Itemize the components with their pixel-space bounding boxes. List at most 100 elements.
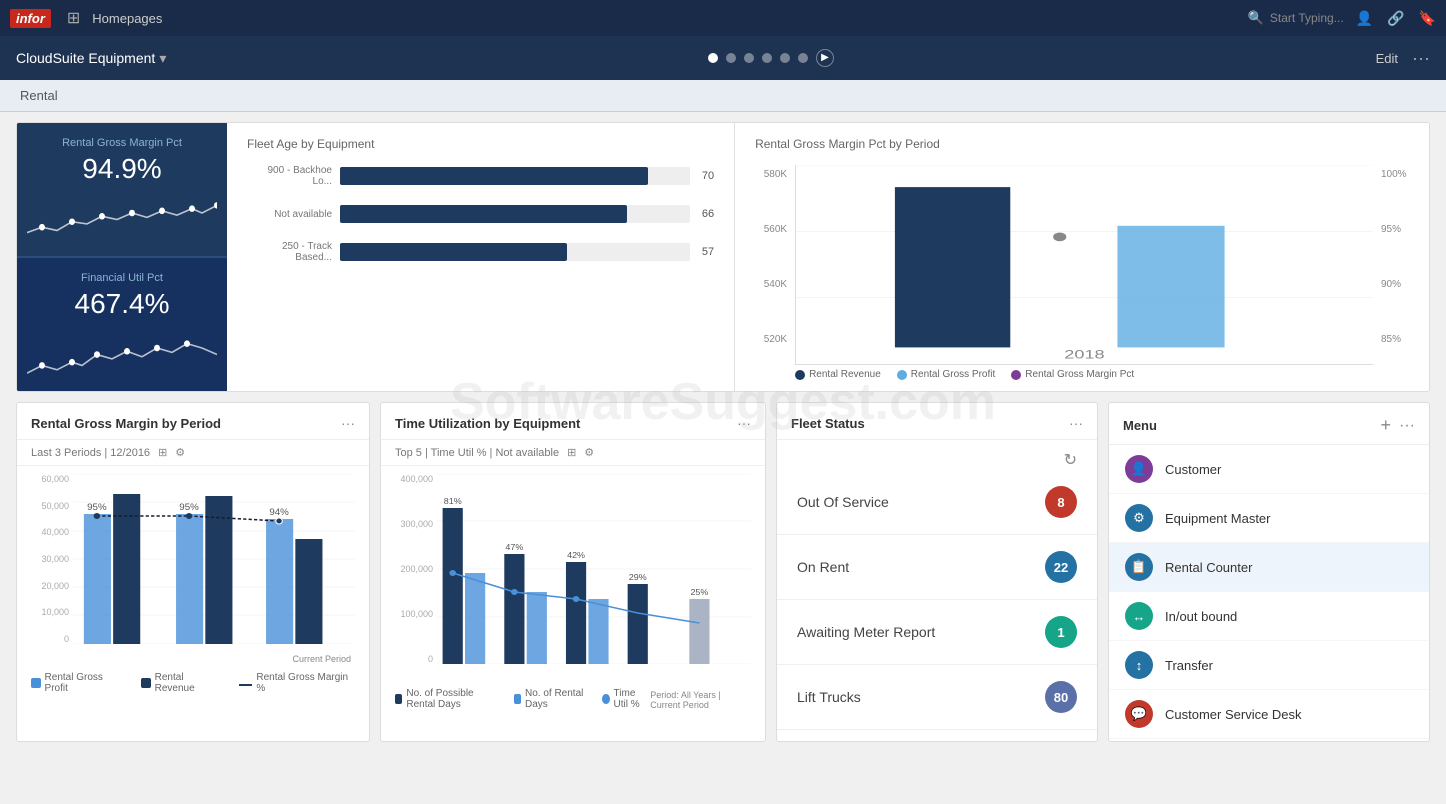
y-label-520k: 520K (755, 334, 787, 345)
y-label-95pct: 95% (1381, 224, 1409, 235)
fleet-age-bars: 900 - Backhoe Lo... 70 Not available 66 … (247, 165, 714, 263)
y-100k: 100,000 (395, 609, 433, 619)
menu-widget-title: Menu (1123, 418, 1157, 433)
fleet-age-bar-3: 250 - Track Based... 57 (247, 241, 714, 263)
svg-text:95%: 95% (87, 502, 107, 512)
menu-item-rental-counter[interactable]: 📋 Rental Counter (1109, 543, 1429, 592)
rental-margin-chart-area: 580K 560K 540K 520K (755, 165, 1409, 365)
inout-bound-icon: ↔ (1125, 602, 1153, 630)
rental-margin-chart-body: 2018 (795, 165, 1373, 365)
page-next-arrow[interactable]: ▶ (816, 49, 834, 67)
search-bar[interactable]: 🔍 Start Typing... (1248, 10, 1344, 26)
current-period-label: Current Period (292, 654, 351, 664)
legend-rental-revenue: Rental Revenue (795, 369, 881, 380)
kpi-financial-util-sparkline (27, 324, 217, 384)
menu-item-equipment-master[interactable]: ⚙ Equipment Master (1109, 494, 1429, 543)
svg-text:42%: 42% (567, 550, 585, 559)
more-button[interactable]: ··· (1412, 48, 1430, 69)
section-label: Rental (0, 80, 1446, 112)
rental-margin-title: Rental Gross Margin Pct by Period (755, 137, 1409, 151)
rgm-widget-title: Rental Gross Margin by Period (31, 416, 221, 431)
fleet-status-body: Out Of Service 8 On Rent 22 Awaiting Met… (777, 470, 1097, 741)
menu-label-customer: Customer (1165, 462, 1221, 477)
page-dots: ▶ (186, 49, 1355, 67)
kpi-financial-util-title: Financial Util Pct (81, 272, 163, 284)
time-util-settings-icon[interactable]: ⚙ (584, 446, 594, 459)
subheader: CloudSuite Equipment ▾ ▶ Edit ··· (0, 36, 1446, 80)
bar-label-1: 900 - Backhoe Lo... (247, 165, 332, 187)
fleet-badge-lift-trucks: 80 (1045, 681, 1077, 713)
time-util-subtitle-text: Top 5 | Time Util % | Not available (395, 447, 559, 459)
time-utilization-widget: Time Utilization by Equipment ··· Top 5 … (380, 402, 766, 742)
rgm-legend: Rental Gross Profit Rental Revenue Renta… (31, 672, 355, 694)
menu-label-customer-service-desk: Customer Service Desk (1165, 707, 1302, 722)
legend-rental-revenue-label: Rental Revenue (809, 369, 881, 380)
top-charts-container: Rental Gross Margin Pct 94.9% Financial … (16, 122, 1430, 392)
user-icon[interactable]: 👤 (1356, 10, 1373, 27)
menu-item-mco-quick-entry[interactable]: ⚡ MCO Quick Entry (1109, 739, 1429, 741)
y-label-540k: 540K (755, 279, 787, 290)
page-dot-4[interactable] (762, 53, 772, 63)
rgm-widget-actions[interactable]: ··· (341, 415, 355, 431)
legend-rgp: Rental Gross Profit (31, 672, 125, 694)
time-util-widget-actions[interactable]: ··· (737, 415, 751, 431)
kpi-financial-util: Financial Util Pct 467.4% (17, 258, 227, 391)
menu-label-equipment-master: Equipment Master (1165, 511, 1271, 526)
svg-text:47%: 47% (505, 542, 523, 551)
svg-text:29%: 29% (629, 572, 647, 581)
rgm-svg: 95% 95% 94% 10/2016 11/2016 (73, 474, 355, 644)
fleet-age-panel: Fleet Age by Equipment 900 - Backhoe Lo.… (227, 123, 735, 391)
menu-item-transfer[interactable]: ↕ Transfer (1109, 641, 1429, 690)
menu-add-icon[interactable]: + (1381, 415, 1392, 436)
rental-margin-svg: 2018 (796, 165, 1373, 364)
rgm-chart-body: 60,000 50,000 40,000 30,000 20,000 10,00… (17, 466, 369, 741)
bookmark-icon[interactable]: 🔖 (1419, 10, 1436, 27)
homepages-link[interactable]: Homepages (92, 11, 162, 26)
fleet-status-title: Fleet Status (791, 416, 865, 431)
y-label-580k: 580K (755, 169, 787, 180)
legend-rgm-pct-label: Rental Gross Margin % (256, 672, 355, 694)
menu-item-inout-bound[interactable]: ↔ In/out bound (1109, 592, 1429, 641)
bar-label-2: Not available (247, 209, 332, 220)
time-util-y-axis: 400,000 300,000 200,000 100,000 0 (395, 474, 433, 664)
legend-time-util-label: Time Util % (614, 688, 651, 710)
grid-icon[interactable]: ⊞ (67, 8, 80, 28)
bar-fill-1 (340, 167, 648, 185)
time-util-filter-icon[interactable]: ⊞ (567, 446, 576, 459)
bar-fill-3 (340, 243, 567, 261)
bar-track-1 (340, 167, 690, 185)
menu-more-icon[interactable]: ··· (1399, 417, 1415, 435)
fleet-status-actions[interactable]: ··· (1069, 415, 1083, 431)
bottom-row: Rental Gross Margin by Period ··· Last 3… (16, 402, 1430, 742)
rgm-y-axis: 60,000 50,000 40,000 30,000 20,000 10,00… (31, 474, 69, 644)
bar-track-2 (340, 205, 690, 223)
time-util-widget-title: Time Utilization by Equipment (395, 416, 580, 431)
fleet-status-header: Fleet Status ··· (777, 403, 1097, 440)
share-icon[interactable]: 🔗 (1387, 10, 1404, 27)
transfer-icon: ↕ (1125, 651, 1153, 679)
kpi-gross-margin-sparkline (27, 189, 217, 249)
y-axis-right: 100% 95% 90% 85% (1373, 165, 1409, 365)
legend-rental-gross-profit-label: Rental Gross Profit (911, 369, 995, 380)
menu-label-inout-bound: In/out bound (1165, 609, 1237, 624)
rgm-y-0: 0 (31, 634, 69, 644)
fleet-badge-out-of-service: 8 (1045, 486, 1077, 518)
edit-button[interactable]: Edit (1376, 51, 1398, 66)
page-dot-2[interactable] (726, 53, 736, 63)
fleet-refresh-icon[interactable]: ↻ (777, 440, 1097, 470)
page-dot-6[interactable] (798, 53, 808, 63)
app-title-dropdown-icon[interactable]: ▾ (159, 50, 166, 67)
rgm-settings-icon[interactable]: ⚙ (175, 446, 185, 459)
kpi-gross-margin-value: 94.9% (82, 153, 161, 185)
page-dot-1[interactable] (708, 53, 718, 63)
legend-rgp-label: Rental Gross Profit (45, 672, 126, 694)
fleet-row-label-lift-trucks: Lift Trucks (797, 689, 861, 705)
rgm-filter-icon[interactable]: ⊞ (158, 446, 167, 459)
top-navigation: infor ⊞ Homepages 🔍 Start Typing... 👤 🔗 … (0, 0, 1446, 36)
kpi-gross-margin: Rental Gross Margin Pct 94.9% (17, 123, 227, 258)
menu-item-customer-service-desk[interactable]: 💬 Customer Service Desk (1109, 690, 1429, 739)
page-dot-5[interactable] (780, 53, 790, 63)
menu-item-customer[interactable]: 👤 Customer (1109, 445, 1429, 494)
page-dot-3[interactable] (744, 53, 754, 63)
menu-body: 👤 Customer ⚙ Equipment Master 📋 Rental C… (1109, 445, 1429, 741)
